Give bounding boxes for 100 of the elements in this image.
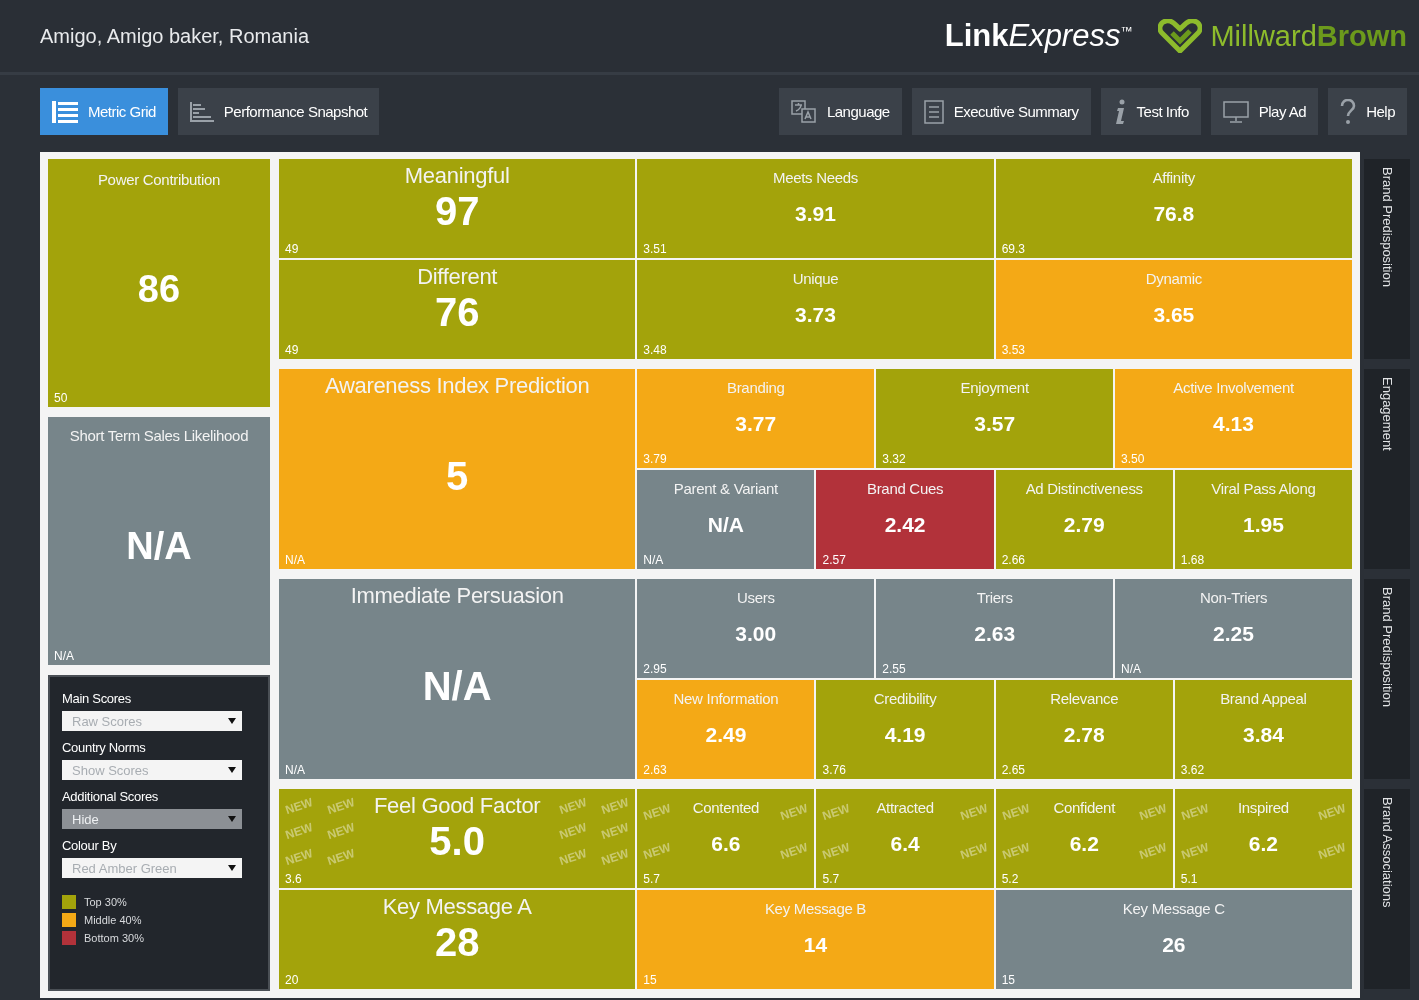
new-watermark: NEW xyxy=(779,801,810,824)
norm-value: 15 xyxy=(643,973,657,987)
dropdown[interactable]: Red Amber Green xyxy=(62,858,242,878)
norm-value: N/A xyxy=(285,763,305,777)
metric-tile[interactable]: Key Message B 14 15 xyxy=(637,890,994,989)
metric-title: Confident xyxy=(1053,799,1115,816)
toolbar-button[interactable]: Metric Grid xyxy=(40,88,168,135)
metric-tile[interactable]: Different 76 49 xyxy=(279,260,636,359)
metric-value: 28 xyxy=(434,920,480,964)
toolbar-button[interactable]: Language xyxy=(778,88,902,135)
metric-tile[interactable]: Brand Cues 2.42 2.57 xyxy=(816,470,994,569)
metric-tile[interactable]: Meets Needs 3.91 3.51 xyxy=(637,159,994,258)
metric-tile[interactable]: NEW NEW NEW NEW NEW NEW NEW NEW NEW NEW NEW NEW Feel Good Factor 5.0 3.6 xyxy=(279,789,636,888)
metric-tile[interactable]: Key Message A 28 20 xyxy=(279,890,636,989)
metric-tile[interactable]: Unique 3.73 3.48 xyxy=(637,260,994,359)
norm-value: 49 xyxy=(285,343,299,357)
metric-tile[interactable]: Triers 2.63 2.55 xyxy=(876,579,1114,678)
metric-title: Active Involvement xyxy=(1173,379,1294,396)
metric-tile[interactable]: Viral Pass Along 1.95 1.68 xyxy=(1174,470,1352,569)
caret-icon xyxy=(228,718,236,724)
metric-tile[interactable]: Credibility 4.19 3.76 xyxy=(816,680,994,779)
metric-title: Dynamic xyxy=(1145,270,1202,287)
metric-value: 2.25 xyxy=(1213,621,1254,647)
field-label: Colour By xyxy=(62,838,117,853)
metric-value: 6.2 xyxy=(1069,831,1099,857)
metric-title: Relevance xyxy=(1050,690,1119,707)
metric-tile[interactable]: Key Message C 26 15 xyxy=(995,890,1352,989)
new-watermark: NEW xyxy=(283,820,315,843)
new-watermark: NEW xyxy=(283,846,315,869)
norm-value: 2.55 xyxy=(882,662,906,676)
metric-tile[interactable]: Affinity 76.8 69.3 xyxy=(995,159,1352,258)
metric-tile[interactable]: Relevance 2.78 2.65 xyxy=(995,680,1173,779)
report-title: Amigo, Amigo baker, Romania xyxy=(40,24,311,48)
norm-value: 49 xyxy=(285,242,299,256)
dropdown[interactable]: Raw Scores xyxy=(62,711,242,731)
metric-tile[interactable]: Brand Appeal 3.84 3.62 xyxy=(1174,680,1352,779)
norm-value: 2.66 xyxy=(1001,553,1025,567)
new-watermark: NEW xyxy=(557,794,589,817)
metric-value: 6.4 xyxy=(890,831,920,857)
legend-label: Bottom 30% xyxy=(84,932,144,944)
metric-tile[interactable]: Active Involvement 4.13 3.50 xyxy=(1115,369,1352,468)
new-watermark: NEW xyxy=(1316,801,1348,824)
metric-title: Credibility xyxy=(873,690,937,707)
metric-title: Attracted xyxy=(876,799,934,816)
metric-tile[interactable]: NEW NEW NEW NEW Inspired 6.2 5.1 xyxy=(1174,789,1352,888)
metric-tile[interactable]: Dynamic 3.65 3.53 xyxy=(995,260,1352,359)
metric-value: 4.13 xyxy=(1213,411,1254,437)
metric-tile[interactable]: Immediate Persuasion N/A N/A xyxy=(279,579,636,779)
toolbar-button[interactable]: Executive Summary xyxy=(911,88,1091,135)
metric-tile[interactable]: Users 3.00 2.95 xyxy=(637,579,875,678)
toolbar-button[interactable]: Play Ad xyxy=(1210,88,1319,135)
new-watermark: NEW xyxy=(1179,839,1211,862)
metric-tile[interactable]: Branding 3.77 3.79 xyxy=(637,369,875,468)
metric-tile[interactable]: Awareness Index Prediction 5 N/A xyxy=(279,369,636,569)
metric-tile[interactable]: Parent & Variant N/A N/A xyxy=(637,470,815,569)
monitor-icon xyxy=(1222,100,1249,123)
metric-value: N/A xyxy=(422,663,492,710)
legend-label: Middle 40% xyxy=(84,914,142,926)
field-label: Country Norms xyxy=(62,740,146,755)
field-label: Main Scores xyxy=(62,691,131,706)
new-watermark: NEW xyxy=(1137,801,1169,824)
section-tab[interactable]: Engagement xyxy=(1364,369,1410,569)
toolbar-button[interactable]: Help xyxy=(1328,88,1407,135)
metric-tile[interactable]: Enjoyment 3.57 3.32 xyxy=(876,369,1114,468)
norm-value: 50 xyxy=(54,391,68,405)
logo-icon xyxy=(1158,19,1203,53)
metric-tile[interactable]: Power Contribution 86 50 xyxy=(48,159,270,407)
metric-title: Non-Triers xyxy=(1199,589,1268,606)
norm-value: 1.68 xyxy=(1180,553,1205,567)
norm-value: 3.79 xyxy=(643,452,667,466)
metric-tile[interactable]: NEW NEW NEW NEW Attracted 6.4 5.7 xyxy=(816,789,994,888)
metric-tile[interactable]: Non-Triers 2.25 N/A xyxy=(1115,579,1352,678)
metric-title: Parent & Variant xyxy=(673,480,778,497)
metric-title: Awareness Index Prediction xyxy=(324,373,590,399)
new-watermark: NEW xyxy=(557,846,589,869)
section-tab[interactable]: Brand Associations xyxy=(1364,789,1410,989)
metric-tile[interactable]: New Information 2.49 2.63 xyxy=(637,680,815,779)
metric-tile[interactable]: Meaningful 97 49 xyxy=(279,159,636,258)
metric-title: Key Message C xyxy=(1122,900,1225,917)
metric-value: 3.57 xyxy=(974,411,1016,437)
help-icon xyxy=(1340,98,1357,125)
metric-value: 3.77 xyxy=(735,411,777,437)
section-tab[interactable]: Brand Predisposition xyxy=(1364,159,1410,359)
toolbar-button[interactable]: Performance Snapshot xyxy=(177,88,380,135)
section-tab[interactable]: Brand Predisposition xyxy=(1364,579,1410,779)
metric-tile[interactable]: NEW NEW NEW NEW Confident 6.2 5.2 xyxy=(995,789,1173,888)
metric-tile[interactable]: NEW NEW NEW NEW Contented 6.6 5.7 xyxy=(637,789,815,888)
metric-value: 1.95 xyxy=(1242,512,1284,538)
metric-title: Contented xyxy=(692,799,760,816)
metric-value: 2.42 xyxy=(884,512,926,538)
metric-title: Triers xyxy=(976,589,1013,606)
metric-tile[interactable]: Short Term Sales Likelihood N/A N/A xyxy=(48,417,270,665)
toolbar-button[interactable]: Test Info xyxy=(1100,88,1201,135)
new-watermark: NEW xyxy=(599,794,631,817)
metric-value: 97 xyxy=(434,189,480,233)
dropdown[interactable]: Show Scores xyxy=(62,760,242,780)
new-watermark: NEW xyxy=(325,820,357,843)
new-watermark: NEW xyxy=(1000,801,1032,824)
norm-value: 69.3 xyxy=(1001,242,1025,256)
metric-tile[interactable]: Ad Distinctiveness 2.79 2.66 xyxy=(995,470,1173,569)
